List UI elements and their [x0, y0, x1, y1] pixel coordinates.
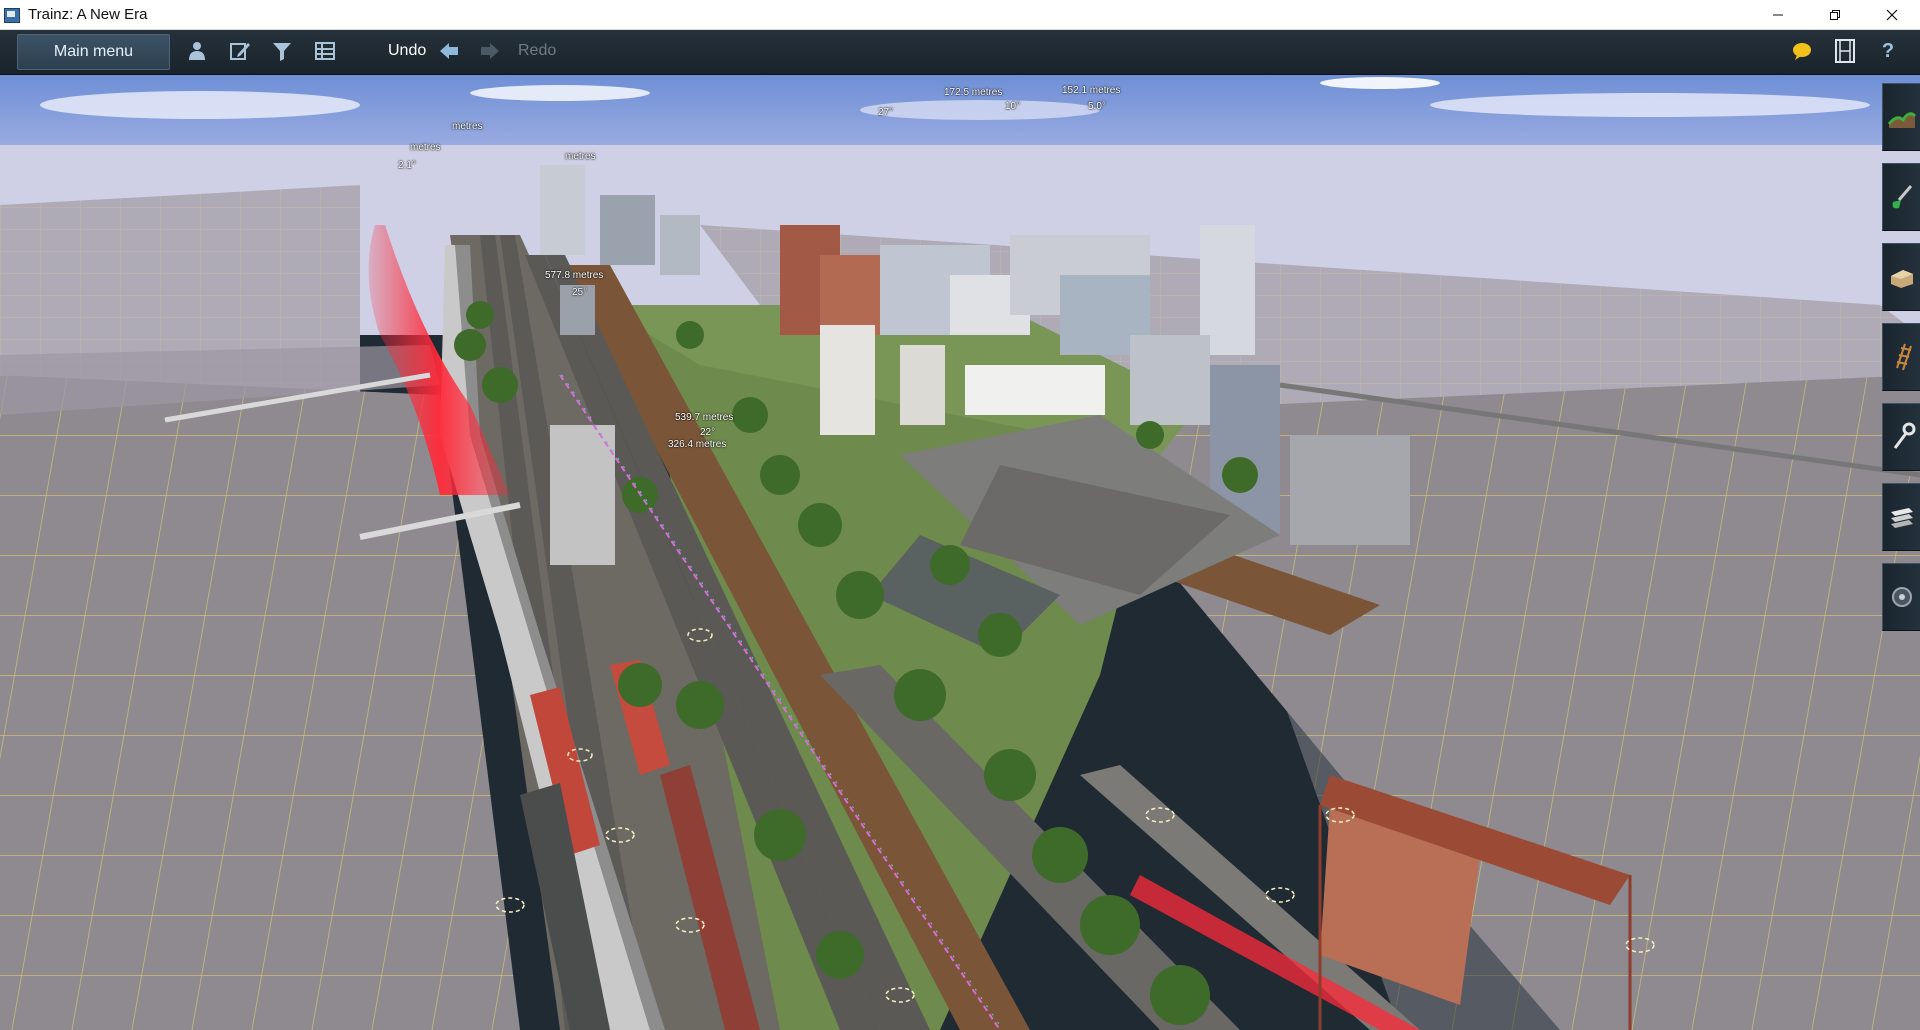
edit-button[interactable] — [228, 39, 252, 63]
measurement-label: 539.7 metres — [675, 412, 734, 423]
measurement-label: 326.4 metres — [668, 439, 727, 450]
measurement-label: metres — [452, 121, 483, 132]
filter-button[interactable] — [270, 39, 294, 63]
undo-button[interactable] — [437, 39, 461, 63]
window-controls — [1749, 0, 1920, 29]
chat-bubble-icon — [1793, 43, 1811, 60]
filter-icon — [273, 43, 291, 61]
chat-button[interactable] — [1790, 39, 1814, 63]
driver-button[interactable] — [185, 39, 209, 63]
main-toolbar: Main menu Undo Redo ? — [0, 30, 1920, 75]
help-button[interactable]: ? — [1876, 39, 1900, 63]
track-tool-icon — [1896, 343, 1912, 371]
undo-arrow-icon — [440, 43, 458, 59]
paint-tool-button[interactable] — [1882, 163, 1920, 231]
grid-button[interactable] — [313, 39, 337, 63]
measurement-angle: 10° — [1005, 101, 1021, 112]
measurement-angle: 5.0° — [1088, 101, 1106, 112]
help-icon: ? — [1881, 39, 1895, 62]
main-menu-button[interactable]: Main menu — [17, 34, 170, 70]
edit-icon — [230, 43, 250, 60]
restore-icon — [1829, 9, 1840, 20]
track-tool-button[interactable] — [1882, 323, 1920, 391]
measurement-angle: 22° — [700, 427, 716, 438]
world-viewport[interactable]: 577.8 metres 25° 539.7 metres 22° 326.4 … — [0, 75, 1920, 1030]
redo-button[interactable] — [478, 39, 502, 63]
restore-button[interactable] — [1806, 0, 1863, 29]
measurement-label: metres — [565, 151, 596, 162]
measurement-angle: 27° — [878, 107, 894, 118]
measurement-label: 152.1 metres — [1062, 85, 1121, 96]
objects-tool-button[interactable] — [1882, 243, 1920, 311]
window-titlebar: Trainz: A New Era — [0, 0, 1920, 30]
measurement-label: 172.5 metres — [944, 87, 1003, 98]
driver-icon — [189, 42, 205, 60]
minimize-button[interactable] — [1749, 0, 1806, 29]
measurement-label: metres — [410, 142, 441, 153]
minimize-icon — [1772, 14, 1783, 15]
measurement-label: 577.8 metres — [545, 270, 604, 281]
app-icon — [4, 7, 20, 23]
grid-icon — [315, 42, 335, 60]
redo-arrow-icon — [481, 43, 499, 59]
paint-tool-icon — [1892, 185, 1913, 209]
close-icon — [1886, 9, 1897, 20]
layers-tool-icon — [1891, 508, 1913, 528]
wrench-tool-icon — [1893, 422, 1916, 449]
settings-tool-icon — [1892, 587, 1912, 607]
undo-label[interactable]: Undo — [388, 42, 426, 60]
measurement-angle: 25° — [572, 287, 588, 298]
redo-label[interactable]: Redo — [518, 42, 556, 60]
topology-tool-button[interactable] — [1882, 83, 1920, 151]
close-button[interactable] — [1863, 0, 1920, 29]
film-button[interactable] — [1833, 39, 1857, 63]
layers-tool-button[interactable] — [1882, 483, 1920, 551]
film-icon — [1835, 39, 1855, 63]
topology-tool-icon — [1887, 112, 1917, 128]
scene-render — [0, 75, 1920, 1030]
settings-tool-button[interactable] — [1882, 563, 1920, 631]
wrench-tool-button[interactable] — [1882, 403, 1920, 471]
window-title: Trainz: A New Era — [28, 6, 148, 23]
measurement-angle: 2.1° — [398, 160, 416, 171]
objects-tool-icon — [1891, 270, 1913, 288]
